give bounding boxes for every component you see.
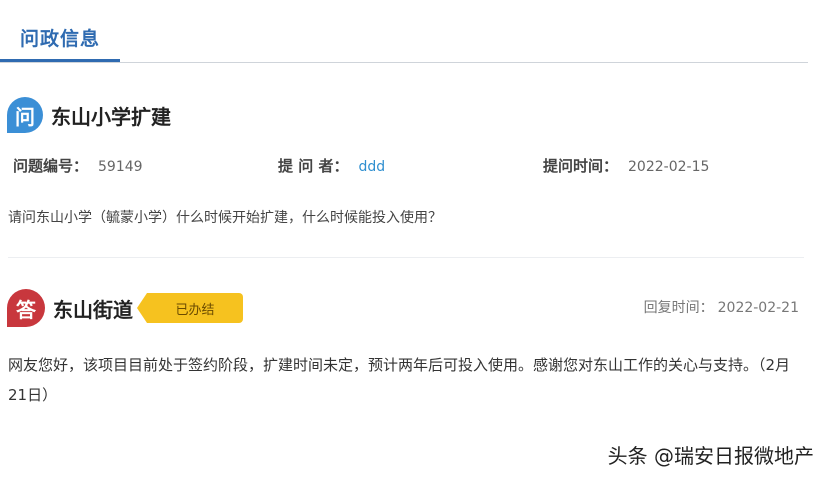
- question-meta: 问题编号： 59149 提 问 者： ddd 提问时间： 2022-02-15: [0, 155, 820, 177]
- section-divider: [8, 257, 804, 258]
- reply-time-label: 回复时间：: [643, 300, 714, 316]
- question-id-value: 59149: [98, 159, 143, 175]
- question-id-label: 问题编号：: [13, 157, 89, 175]
- tab-label: 问政信息: [19, 28, 100, 50]
- question-header: 问 东山小学扩建: [7, 96, 171, 134]
- question-asker: 提 问 者： ddd: [278, 155, 385, 176]
- tab-bar: 问政信息: [0, 0, 808, 63]
- answer-responder: 东山街道: [53, 297, 133, 322]
- question-title: 东山小学扩建: [51, 104, 171, 129]
- tab-wenzheng-info[interactable]: 问政信息: [0, 0, 120, 62]
- answer-body: 网友您好，该项目目前处于签约阶段，扩建时间未定，预计两年后可投入使用。感谢您对东…: [8, 356, 791, 404]
- answer-header: 答 东山街道 已办结: [7, 288, 243, 328]
- answer-badge-icon: 答: [7, 289, 45, 327]
- question-time-value: 2022-02-15: [628, 159, 710, 175]
- question-time-label: 提问时间：: [543, 157, 619, 175]
- question-time: 提问时间： 2022-02-15: [543, 155, 709, 176]
- question-badge-icon: 问: [7, 97, 43, 133]
- question-asker-link[interactable]: ddd: [358, 159, 385, 175]
- question-id: 问题编号： 59149: [13, 155, 143, 176]
- question-asker-label: 提 问 者：: [278, 157, 349, 175]
- watermark: 头条 @瑞安日报微地产: [607, 444, 814, 468]
- status-badge: 已办结: [137, 293, 243, 323]
- reply-time: 回复时间： 2022-02-21: [644, 297, 799, 317]
- reply-time-value: 2022-02-21: [717, 300, 799, 316]
- question-body: 请问东山小学（毓蒙小学）什么时候开始扩建，什么时候能投入使用？: [8, 210, 442, 226]
